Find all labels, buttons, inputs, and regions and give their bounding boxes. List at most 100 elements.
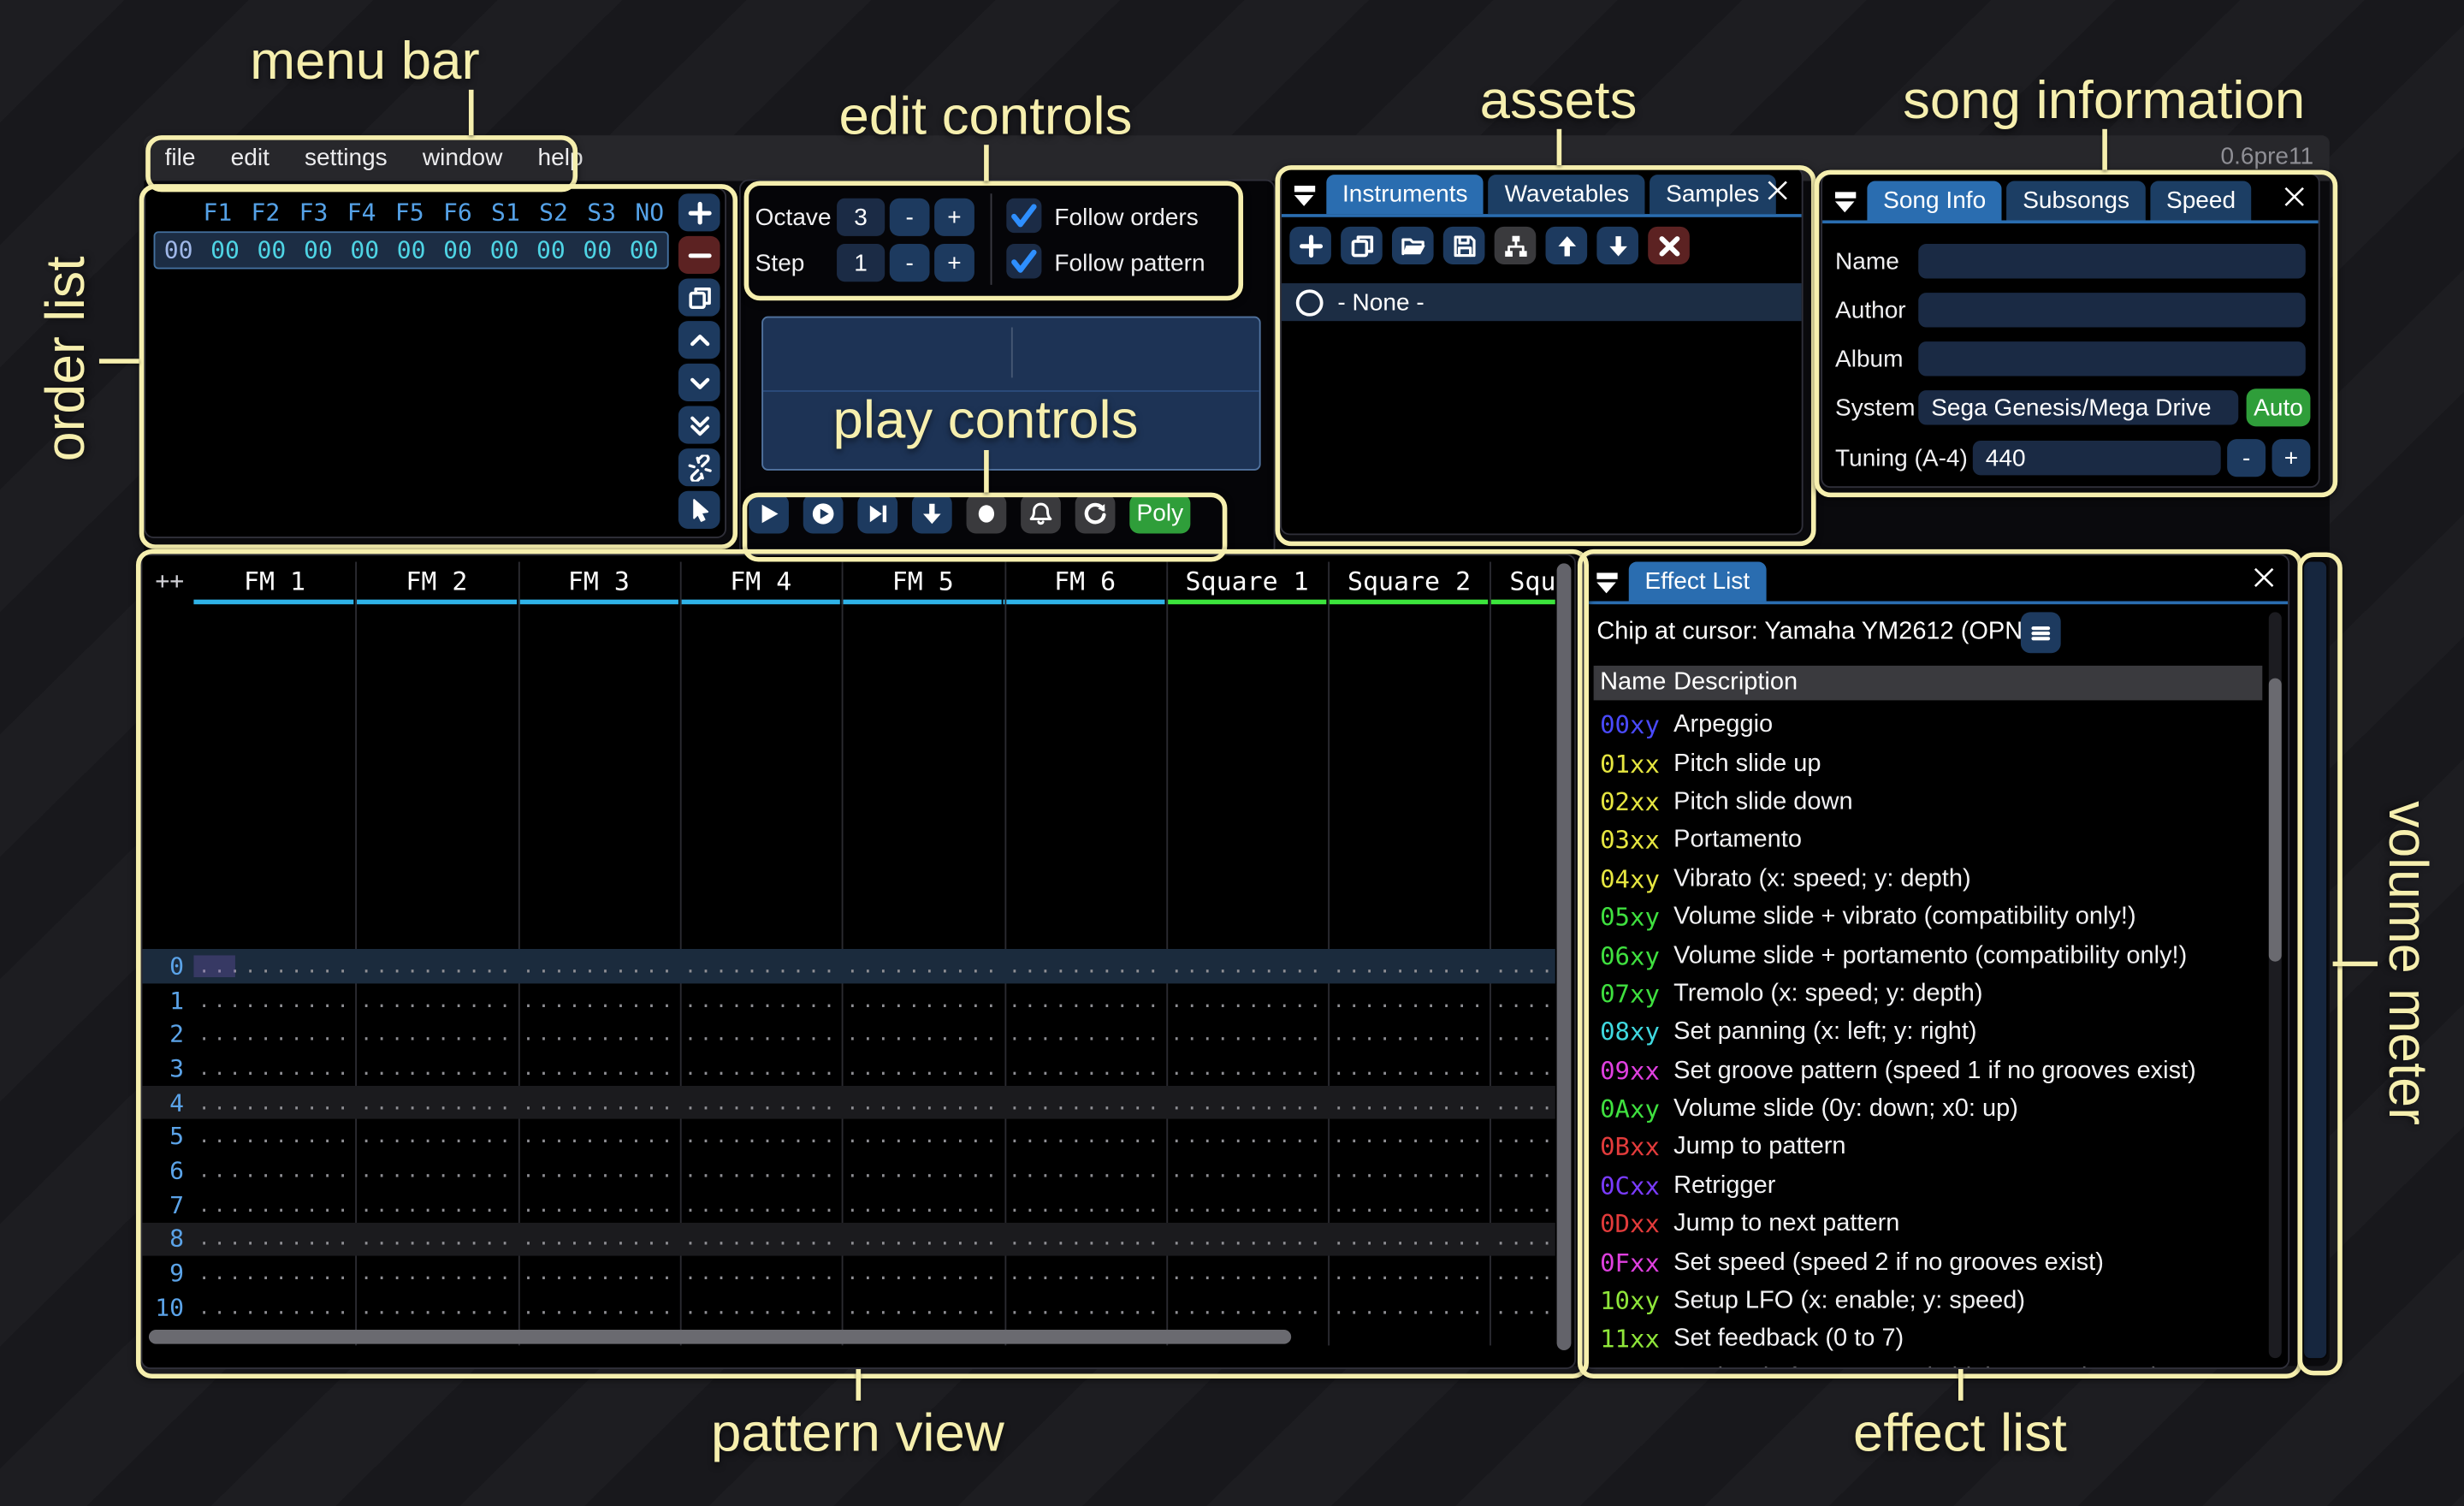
tree-asset-button[interactable] bbox=[1495, 227, 1537, 264]
pattern-cell[interactable]: ........... bbox=[1166, 1125, 1328, 1147]
pattern-cell[interactable]: ........... bbox=[842, 1228, 1004, 1250]
pattern-cell[interactable]: ........... bbox=[1328, 1194, 1490, 1216]
pattern-cell[interactable]: ........... bbox=[518, 1058, 679, 1080]
pattern-cell[interactable]: ........... bbox=[1328, 1159, 1490, 1182]
pattern-cell[interactable]: ........... bbox=[1004, 1228, 1165, 1250]
pattern-cell[interactable]: ........... bbox=[842, 1296, 1004, 1319]
list-item[interactable]: - None - bbox=[1282, 283, 1802, 321]
channel-header-fm-1[interactable]: FM 1 bbox=[193, 555, 355, 609]
pattern-cell[interactable]: ........... bbox=[356, 955, 518, 977]
pattern-cell[interactable]: ........... bbox=[680, 1023, 842, 1046]
pattern-cell[interactable]: ........... bbox=[193, 1125, 355, 1147]
pattern-cell[interactable]: ........... bbox=[1490, 1159, 1555, 1182]
collapse-icon[interactable] bbox=[1595, 572, 1619, 593]
menu-file[interactable]: file bbox=[147, 145, 213, 171]
vertical-scrollbar[interactable] bbox=[1557, 563, 1572, 1350]
auto-system-button[interactable]: Auto bbox=[2247, 388, 2311, 426]
author-field[interactable] bbox=[1918, 293, 2306, 327]
tuning-plus-button[interactable]: + bbox=[2272, 439, 2311, 477]
close-icon[interactable] bbox=[1765, 178, 1791, 203]
pattern-cell[interactable]: ........... bbox=[842, 1262, 1004, 1284]
horizontal-scrollbar[interactable] bbox=[149, 1330, 1291, 1344]
menu-help[interactable]: help bbox=[520, 145, 601, 171]
octave-value[interactable]: 3 bbox=[837, 199, 885, 236]
pattern-cell[interactable]: ........... bbox=[1328, 1058, 1490, 1080]
pattern-cell[interactable]: ........... bbox=[1490, 1023, 1555, 1046]
tab-wavetables[interactable]: Wavetables bbox=[1489, 175, 1645, 214]
pattern-cell[interactable]: ........... bbox=[1328, 1296, 1490, 1319]
tuning-minus-button[interactable]: - bbox=[2227, 439, 2266, 477]
pattern-cell[interactable]: ........... bbox=[1004, 1058, 1165, 1080]
channel-header-fm-3[interactable]: FM 3 bbox=[518, 555, 679, 609]
octave-plus-button[interactable]: + bbox=[934, 199, 974, 236]
pattern-cell[interactable]: ........... bbox=[518, 1125, 679, 1147]
pattern-cell[interactable]: ........... bbox=[193, 1092, 355, 1114]
pattern-cell[interactable]: ........... bbox=[518, 1092, 679, 1114]
pattern-cell[interactable]: ........... bbox=[356, 1023, 518, 1046]
repeat-button[interactable] bbox=[1075, 494, 1116, 533]
pattern-cell[interactable]: ........... bbox=[1166, 1058, 1328, 1080]
order-cell[interactable]: 00 bbox=[620, 236, 666, 264]
effect-menu-button[interactable] bbox=[2021, 612, 2061, 653]
pattern-cell[interactable]: ........... bbox=[1490, 1262, 1555, 1284]
pattern-cell[interactable]: ........... bbox=[1004, 989, 1165, 1011]
order-cell[interactable]: 00 bbox=[295, 236, 341, 264]
pattern-cell[interactable]: ........... bbox=[1166, 1092, 1328, 1114]
pattern-cell[interactable]: ........... bbox=[1004, 1023, 1165, 1046]
tab-instruments[interactable]: Instruments bbox=[1326, 175, 1484, 214]
tab-effect-list[interactable]: Effect List bbox=[1629, 562, 1766, 602]
close-icon[interactable] bbox=[2282, 184, 2307, 209]
pattern-cell[interactable]: ........... bbox=[680, 1159, 842, 1182]
pattern-cell[interactable]: ........... bbox=[193, 1194, 355, 1216]
pattern-cell[interactable]: ........... bbox=[193, 955, 355, 977]
order-cell[interactable]: 00 bbox=[202, 236, 248, 264]
order-cell[interactable]: 00 bbox=[435, 236, 481, 264]
pattern-cell[interactable]: ........... bbox=[680, 1058, 842, 1080]
pattern-cell[interactable]: ........... bbox=[1166, 1159, 1328, 1182]
channel-header-fm-6[interactable]: FM 6 bbox=[1004, 555, 1165, 609]
pattern-cell[interactable]: ........... bbox=[356, 1092, 518, 1114]
pattern-cell[interactable]: ........... bbox=[1004, 955, 1165, 977]
order-list-row[interactable]: 0000000000000000000000 bbox=[154, 231, 669, 269]
pattern-cell[interactable]: ........... bbox=[1004, 1194, 1165, 1216]
order-cell[interactable]: 00 bbox=[481, 236, 527, 264]
pattern-cell[interactable]: ........... bbox=[193, 1296, 355, 1319]
album-field[interactable] bbox=[1918, 341, 2306, 376]
name-field[interactable] bbox=[1918, 244, 2306, 278]
chevron-up-button[interactable] bbox=[678, 321, 720, 359]
pattern-cell[interactable]: ........... bbox=[1004, 1159, 1165, 1182]
step-value[interactable]: 1 bbox=[837, 244, 885, 282]
pattern-cell[interactable]: ........... bbox=[842, 1023, 1004, 1046]
plus-button[interactable] bbox=[678, 193, 720, 231]
pattern-cell[interactable]: ........... bbox=[1490, 1125, 1555, 1147]
pattern-cell[interactable]: ........... bbox=[518, 1194, 679, 1216]
pattern-cell[interactable]: ........... bbox=[1490, 1092, 1555, 1114]
channel-header-fm-5[interactable]: FM 5 bbox=[842, 555, 1004, 609]
bell-button[interactable] bbox=[1021, 494, 1061, 533]
pattern-cell[interactable]: ........... bbox=[1328, 1228, 1490, 1250]
pattern-cell[interactable]: ........... bbox=[1166, 1194, 1328, 1216]
pattern-cell[interactable]: ........... bbox=[518, 1023, 679, 1046]
pattern-cell[interactable]: ........... bbox=[356, 1159, 518, 1182]
tab-speed[interactable]: Speed bbox=[2150, 181, 2252, 220]
poly-button[interactable]: Poly bbox=[1129, 494, 1190, 533]
pattern-cell[interactable]: ........... bbox=[680, 989, 842, 1011]
follow-orders-checkbox[interactable] bbox=[1006, 199, 1041, 233]
play-circle-button[interactable] bbox=[803, 494, 844, 533]
menu-edit[interactable]: edit bbox=[213, 145, 287, 171]
pattern-cell[interactable]: ........... bbox=[842, 989, 1004, 1011]
pattern-cell[interactable]: ........... bbox=[193, 989, 355, 1011]
play-button[interactable] bbox=[749, 494, 789, 533]
pattern-cell[interactable]: ........... bbox=[518, 1159, 679, 1182]
pattern-cell[interactable]: ........... bbox=[1328, 989, 1490, 1011]
pattern-rows[interactable]: 0.......................................… bbox=[142, 949, 1555, 1330]
arrow-down-button[interactable] bbox=[912, 494, 952, 533]
close-icon[interactable] bbox=[2251, 565, 2277, 590]
pattern-cell[interactable]: ........... bbox=[518, 1262, 679, 1284]
pattern-cell[interactable]: ........... bbox=[680, 1092, 842, 1114]
duplicate-asset-button[interactable] bbox=[1341, 227, 1383, 264]
arrow-down-asset-button[interactable] bbox=[1596, 227, 1638, 264]
order-cell[interactable]: 00 bbox=[248, 236, 294, 264]
save-asset-button[interactable] bbox=[1443, 227, 1485, 264]
double-chevron-down-button[interactable] bbox=[678, 406, 720, 443]
